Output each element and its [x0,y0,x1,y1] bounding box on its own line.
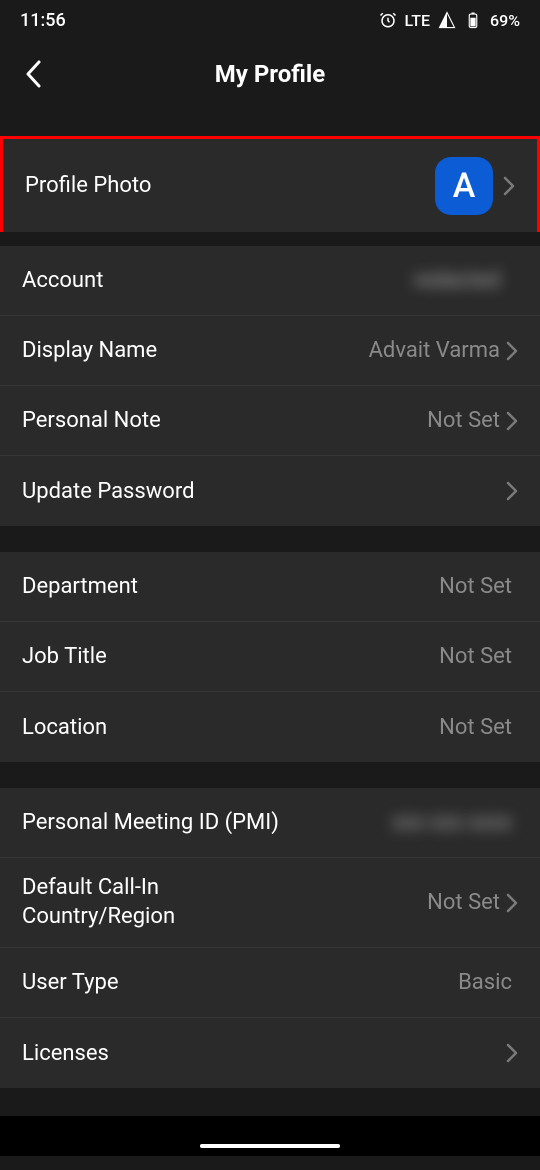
header: My Profile [0,40,540,108]
row-value: Not Set [427,408,500,433]
chevron-right-icon [506,411,518,431]
section-account: Account redacted Display Name Advait Var… [0,246,540,526]
row-personal-note[interactable]: Personal Note Not Set [0,386,540,456]
row-value: redacted [414,268,512,293]
chevron-right-icon [503,176,515,196]
chevron-right-icon [506,1043,518,1063]
row-pmi[interactable]: Personal Meeting ID (PMI) xxx xxx xxxx [0,788,540,858]
profile-photo-label: Profile Photo [25,173,151,198]
row-label: Personal Note [22,408,161,433]
row-department[interactable]: Department Not Set [0,552,540,622]
chevron-right-icon [506,893,518,913]
row-value: Basic [458,970,512,995]
nav-bar-area [0,1116,540,1156]
avatar: A [435,157,493,215]
row-label: Job Title [22,644,107,669]
row-value: Not Set [427,890,500,915]
section-meeting: Personal Meeting ID (PMI) xxx xxx xxxx D… [0,788,540,1088]
battery-label: 69% [490,11,520,30]
row-label: Default Call-In Country/Region [22,874,242,931]
chevron-right-icon [506,481,518,501]
row-licenses[interactable]: Licenses [0,1018,540,1088]
row-label: Update Password [22,479,195,504]
status-icons: LTE 69% [379,11,520,30]
row-value: Not Set [439,644,512,669]
row-label: User Type [22,970,119,995]
alarm-icon [379,11,397,29]
row-default-call-in[interactable]: Default Call-In Country/Region Not Set [0,858,540,948]
row-account[interactable]: Account redacted [0,246,540,316]
signal-icon [438,11,456,29]
row-job-title[interactable]: Job Title Not Set [0,622,540,692]
page-title: My Profile [215,60,325,88]
row-value: xxx xxx xxxx [392,810,512,835]
battery-icon [464,11,482,29]
row-label: Account [22,268,103,293]
row-value: Not Set [439,715,512,740]
row-label: Location [22,715,107,740]
row-profile-photo[interactable]: Profile Photo A [0,136,540,232]
section-org: Department Not Set Job Title Not Set Loc… [0,552,540,762]
row-label: Personal Meeting ID (PMI) [22,810,279,835]
back-button[interactable] [18,59,48,89]
chevron-right-icon [506,341,518,361]
status-time: 11:56 [20,10,66,31]
row-location[interactable]: Location Not Set [0,692,540,762]
row-display-name[interactable]: Display Name Advait Varma [0,316,540,386]
row-value: Advait Varma [369,338,500,363]
chevron-left-icon [25,60,41,88]
row-label: Licenses [22,1041,109,1066]
status-bar: 11:56 LTE 69% [0,0,540,40]
row-label: Department [22,574,138,599]
row-user-type[interactable]: User Type Basic [0,948,540,1018]
row-label: Display Name [22,338,157,363]
row-update-password[interactable]: Update Password [0,456,540,526]
home-indicator[interactable] [200,1144,340,1148]
network-label: LTE [405,11,430,30]
row-value: Not Set [439,574,512,599]
